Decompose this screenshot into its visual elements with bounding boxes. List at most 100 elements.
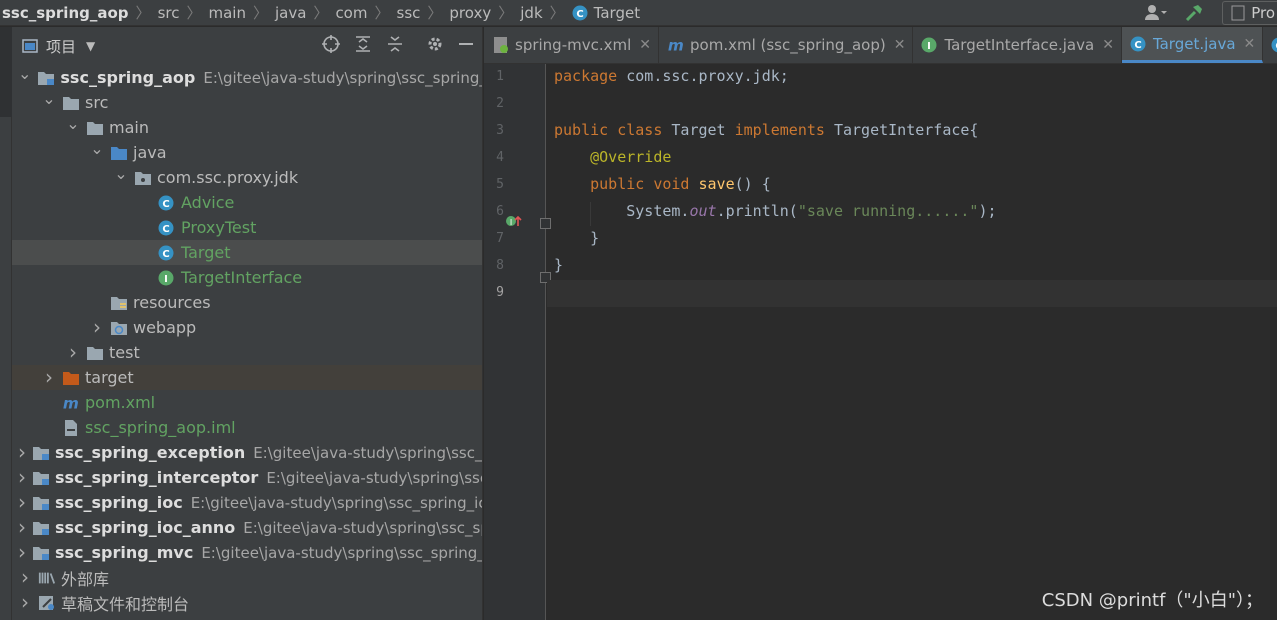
chevron-right-icon[interactable]: ›: [18, 590, 32, 614]
build-hammer-icon[interactable]: [1184, 3, 1204, 23]
svg-text:m: m: [63, 395, 79, 411]
breadcrumb-item[interactable]: src: [158, 4, 180, 22]
collapse-all-icon[interactable]: [386, 35, 404, 57]
tree-node[interactable]: › ssc_spring_ioc_anno E:\gitee\java-study\…: [12, 515, 482, 540]
editor-tab[interactable]: spring-mvc.xml ✕: [484, 27, 660, 63]
chevron-right-icon[interactable]: ›: [90, 315, 104, 339]
tree-node[interactable]: › ssc_spring_interceptor E:\gitee\java-stu…: [12, 465, 482, 490]
maven-icon: m: [62, 394, 80, 412]
user-icon[interactable]: [1144, 4, 1168, 22]
editor-tab[interactable]: C Target.java ✕: [1121, 27, 1264, 63]
tree-node-label: ssc_spring_exception: [55, 443, 246, 462]
module-folder-icon: [37, 69, 55, 87]
hide-panel-icon[interactable]: [458, 35, 474, 57]
module-folder-icon: [32, 444, 50, 462]
chevron-down-icon[interactable]: ⌄: [114, 164, 128, 183]
editor-tab-bar: spring-mvc.xml ✕ m pom.xml (ssc_spring_aop)…: [484, 27, 1277, 64]
svg-text:I: I: [510, 218, 512, 227]
breadcrumb-item[interactable]: ssc_spring_aop: [2, 4, 129, 22]
tree-node[interactable]: ⌄ ssc_spring_aop E:\gitee\java-study\sprin…: [12, 64, 482, 90]
tree-node[interactable]: I TargetInterface: [12, 265, 482, 290]
chevron-right-icon[interactable]: ›: [18, 490, 26, 514]
chevron-right-icon[interactable]: ›: [18, 440, 26, 464]
tree-node[interactable]: › ssc_spring_mvc E:\gitee\java-study\sprin…: [12, 540, 482, 565]
code-area[interactable]: package com.ssc.proxy.jdk; public class …: [547, 64, 1277, 620]
editor-tab[interactable]: m pom.xml (ssc_spring_aop) ✕: [659, 27, 914, 63]
run-config-label: Pro: [1251, 4, 1275, 22]
breadcrumb-item[interactable]: ssc: [397, 4, 421, 22]
project-tool-button[interactable]: [0, 27, 12, 117]
source-folder-icon: [110, 144, 128, 162]
tree-node[interactable]: › 草稿文件和控制台: [12, 590, 482, 615]
tree-node-label: Advice: [181, 193, 235, 212]
svg-text:C: C: [1134, 40, 1141, 51]
override-gutter-icon[interactable]: I: [506, 214, 522, 232]
chevron-right-icon[interactable]: ›: [66, 340, 80, 364]
project-panel-header: 项目 ▼: [12, 27, 482, 65]
close-icon[interactable]: ✕: [639, 37, 651, 53]
tree-node[interactable]: › ssc_spring_exception E:\gitee\java-study…: [12, 440, 482, 465]
iml-file-icon: [62, 419, 80, 437]
tree-node[interactable]: ⌄ main: [12, 114, 482, 140]
chevron-right-icon: 〉: [549, 4, 565, 22]
project-view-title[interactable]: 项目: [46, 36, 76, 57]
tree-node[interactable]: › 外部库: [12, 565, 482, 590]
breadcrumb-item[interactable]: com: [335, 4, 367, 22]
tree-node[interactable]: ⌄ src: [12, 89, 482, 115]
chevron-right-icon: 〉: [135, 4, 151, 22]
breadcrumb-label: java: [274, 3, 307, 22]
tree-node[interactable]: resources: [12, 290, 482, 315]
navigation-bar: ssc_spring_aop 〉 src 〉 main 〉 java 〉 com 〉 ssc 〉 pro…: [0, 0, 1277, 26]
tree-node[interactable]: C Target: [12, 240, 482, 265]
chevron-down-icon[interactable]: ⌄: [42, 89, 56, 108]
editor-tab[interactable]: C: [1263, 27, 1277, 63]
breadcrumb-item[interactable]: proxy: [449, 4, 491, 22]
tree-node-path: E:\gitee\java-study\spring\ssc_spring_: [201, 543, 483, 562]
tree-node[interactable]: › test: [12, 340, 482, 365]
gear-icon[interactable]: [426, 35, 444, 57]
close-icon[interactable]: ✕: [1244, 36, 1256, 52]
tree-node[interactable]: ⌄ com.ssc.proxy.jdk: [12, 164, 482, 190]
breadcrumb-label: main: [208, 3, 246, 22]
tree-node[interactable]: › target: [12, 365, 482, 390]
tree-node-label: ssc_spring_aop.iml: [85, 418, 236, 437]
tree-node[interactable]: › webapp: [12, 315, 482, 340]
chevron-right-icon[interactable]: ›: [18, 515, 26, 539]
chevron-right-icon[interactable]: ›: [18, 540, 26, 564]
chevron-right-icon[interactable]: ›: [18, 465, 26, 489]
folder-icon: [86, 344, 104, 362]
tree-node[interactable]: C ProxyTest: [12, 215, 482, 240]
tree-node[interactable]: ssc_spring_aop.iml: [12, 415, 482, 440]
breadcrumb-item[interactable]: jdk: [520, 4, 542, 22]
class-icon: C: [572, 4, 590, 22]
line-number: 5: [496, 177, 504, 192]
chevron-right-icon: 〉: [374, 4, 390, 22]
breadcrumb-item[interactable]: main: [208, 4, 245, 22]
tree-node-label: 草稿文件和控制台: [61, 594, 190, 614]
run-config-dropdown[interactable]: Pro: [1222, 1, 1277, 25]
tree-node[interactable]: ⌄ java: [12, 139, 482, 165]
tree-node-label: src: [85, 93, 109, 112]
svg-text:C: C: [162, 249, 169, 260]
line-number: 3: [496, 123, 504, 138]
breadcrumb-item[interactable]: C Target: [572, 4, 640, 22]
close-icon[interactable]: ✕: [1102, 37, 1114, 53]
close-icon[interactable]: ✕: [894, 37, 906, 53]
breadcrumb-label: Target: [593, 3, 641, 22]
expand-all-icon[interactable]: [354, 35, 372, 57]
locate-target-icon[interactable]: [322, 35, 340, 57]
breadcrumb-item[interactable]: java: [275, 4, 306, 22]
editor-tab[interactable]: I TargetInterface.java ✕: [913, 27, 1122, 63]
chevron-down-icon[interactable]: ⌄: [66, 114, 80, 133]
chevron-down-icon[interactable]: ⌄: [18, 64, 31, 83]
svg-text:I: I: [164, 274, 168, 285]
chevron-right-icon[interactable]: ›: [42, 365, 56, 389]
tree-node[interactable]: m pom.xml: [12, 390, 482, 415]
chevron-right-icon[interactable]: ›: [18, 565, 32, 589]
tree-node[interactable]: C Advice: [12, 190, 482, 215]
chevron-down-icon[interactable]: ⌄: [90, 139, 104, 158]
chevron-down-icon[interactable]: ▼: [86, 39, 95, 53]
chevron-right-icon: 〉: [186, 4, 202, 22]
tree-node[interactable]: › ssc_spring_ioc E:\gitee\java-study\sprin…: [12, 490, 482, 515]
spring-xml-icon: [492, 36, 510, 54]
